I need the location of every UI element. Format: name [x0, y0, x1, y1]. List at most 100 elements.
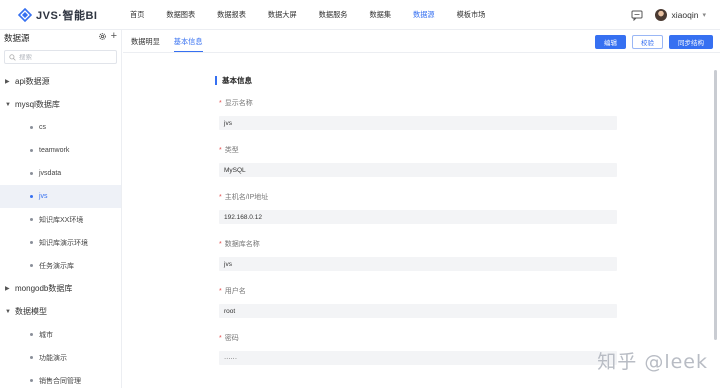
detail-tabs: 数据明显 基本信息 — [131, 36, 217, 52]
tree-item-label: mysql数据库 — [15, 100, 60, 109]
field-display-name: * 显示名称 jvs — [219, 98, 617, 130]
edit-button[interactable]: 编辑 — [595, 35, 626, 49]
logo-icon — [18, 7, 32, 22]
section-title: 基本信息 — [215, 75, 625, 85]
message-icon[interactable] — [631, 9, 643, 21]
tree-leaf-teamwork[interactable]: teamwork — [0, 139, 121, 162]
field-label-text: 密码 — [224, 335, 239, 342]
bullet-icon — [30, 126, 33, 129]
avatar[interactable] — [654, 9, 667, 21]
tab-data-detail[interactable]: 数据明显 — [131, 36, 160, 52]
nav-item-template-market[interactable]: 模板市场 — [457, 0, 486, 30]
logo-text: JVS·智能BI — [36, 9, 98, 22]
field-label: * 显示名称 — [219, 98, 617, 108]
app-logo[interactable]: JVS·智能BI — [18, 7, 130, 23]
tree-leaf-task-demo[interactable]: 任务演示库 — [0, 254, 121, 277]
tree-folder-mongodb[interactable]: ▶ mongodb数据库 — [0, 277, 121, 300]
nav-item-datasource[interactable]: 数据源 — [413, 0, 435, 30]
password-value[interactable]: ······ — [219, 351, 617, 365]
tree-item-label: jvsdata — [39, 170, 62, 177]
tree-leaf-kb-xx[interactable]: 知识库XX环境 — [0, 208, 121, 231]
field-type: * 类型 MySQL — [219, 145, 617, 177]
tree-leaf-kb-demo[interactable]: 知识库演示环境 — [0, 231, 121, 254]
tree-leaf-city[interactable]: 城市 — [0, 323, 121, 346]
action-buttons: 编辑 校验 同步结构 — [589, 35, 713, 49]
tree-item-label: teamwork — [39, 147, 70, 154]
tree-leaf-sales-contract[interactable]: 销售合同管理 — [0, 369, 121, 388]
tree-leaf-feature-demo[interactable]: 功能演示 — [0, 346, 121, 369]
bullet-icon — [30, 379, 33, 382]
scrollbar-thumb[interactable] — [714, 70, 717, 340]
field-label-text: 主机名/IP地址 — [224, 194, 269, 201]
tree-folder-data-model[interactable]: ▼ 数据模型 — [0, 300, 121, 323]
tab-divider — [123, 52, 720, 53]
field-username: * 用户名 root — [219, 286, 617, 318]
tab-basic-info[interactable]: 基本信息 — [173, 36, 203, 52]
caret-down-icon: ▼ — [5, 308, 11, 315]
gear-icon[interactable] — [98, 32, 107, 41]
bullet-icon — [30, 172, 33, 175]
nav-item-dashboard[interactable]: 数据大屏 — [268, 0, 297, 30]
tree-item-label: 销售合同管理 — [39, 377, 81, 385]
bullet-icon — [30, 218, 33, 221]
bullet-icon — [30, 264, 33, 267]
tree-leaf-jvs[interactable]: jvs — [0, 185, 121, 208]
tree-item-label: api数据源 — [15, 77, 50, 86]
top-navbar: JVS·智能BI 首页 数据图表 数据报表 数据大屏 数据服务 数据集 数据源 … — [0, 0, 720, 30]
sync-structure-button[interactable]: 同步结构 — [669, 35, 713, 49]
watermark-text: 知乎 @leek — [597, 351, 708, 373]
field-label-text: 显示名称 — [224, 100, 253, 107]
required-mark: * — [219, 193, 222, 201]
nav-item-data-service[interactable]: 数据服务 — [319, 0, 348, 30]
tree-item-label: 城市 — [39, 331, 53, 339]
field-label: * 用户名 — [219, 286, 617, 296]
section-title-text: 基本信息 — [222, 75, 252, 85]
bullet-icon — [30, 241, 33, 244]
add-icon[interactable]: + — [111, 31, 117, 42]
tree-leaf-cs[interactable]: cs — [0, 116, 121, 139]
sidebar-search — [4, 50, 117, 64]
bullet-icon — [30, 356, 33, 359]
required-mark: * — [219, 146, 222, 154]
section-accent-bar — [215, 75, 217, 85]
chevron-down-icon[interactable]: ▾ — [702, 11, 706, 19]
tree-leaf-jvsdata[interactable]: jvsdata — [0, 162, 121, 185]
tree-item-label: mongodb数据库 — [15, 284, 73, 293]
nav-item-reports[interactable]: 数据报表 — [217, 0, 246, 30]
field-label-text: 数据库名称 — [224, 241, 260, 248]
username[interactable]: xiaoqin — [672, 10, 699, 20]
nav-item-home[interactable]: 首页 — [130, 0, 144, 30]
user-area: xiaoqin ▾ — [631, 0, 706, 30]
tree-item-label: 数据模型 — [15, 307, 47, 316]
nav-item-charts[interactable]: 数据图表 — [166, 0, 195, 30]
main-nav: 首页 数据图表 数据报表 数据大屏 数据服务 数据集 数据源 模板市场 — [130, 0, 507, 30]
database-name-value[interactable]: jvs — [219, 257, 617, 271]
type-value[interactable]: MySQL — [219, 163, 617, 177]
required-mark: * — [219, 240, 222, 248]
tree-item-label: 知识库演示环境 — [39, 239, 88, 247]
bullet-icon — [30, 333, 33, 336]
host-value[interactable]: 192.168.0.12 — [219, 210, 617, 224]
tree-item-label: jvs — [39, 193, 48, 200]
display-name-value[interactable]: jvs — [219, 116, 617, 130]
search-icon — [9, 53, 16, 61]
tree-folder-mysql[interactable]: ▼ mysql数据库 — [0, 93, 121, 116]
basic-info-form: 基本信息 * 显示名称 jvs * 类型 MySQL * 主机名/IP地址 192.1… — [215, 75, 625, 365]
nav-item-dataset[interactable]: 数据集 — [369, 0, 391, 30]
username-value[interactable]: root — [219, 304, 617, 318]
field-label-text: 用户名 — [224, 288, 246, 295]
field-label: * 数据库名称 — [219, 239, 617, 249]
required-mark: * — [219, 334, 222, 342]
caret-down-icon: ▼ — [5, 101, 11, 108]
search-input[interactable] — [19, 53, 109, 61]
bullet-icon — [30, 149, 33, 152]
tree-folder-api[interactable]: ▶ api数据源 — [0, 70, 121, 93]
verify-button[interactable]: 校验 — [632, 35, 663, 49]
tree-item-label: 任务演示库 — [39, 262, 74, 270]
field-database-name: * 数据库名称 jvs — [219, 239, 617, 271]
bullet-icon — [30, 195, 33, 198]
tree-item-label: 功能演示 — [39, 354, 67, 362]
field-label: * 主机名/IP地址 — [219, 192, 617, 202]
tree-item-label: 知识库XX环境 — [39, 216, 84, 224]
required-mark: * — [219, 99, 222, 107]
